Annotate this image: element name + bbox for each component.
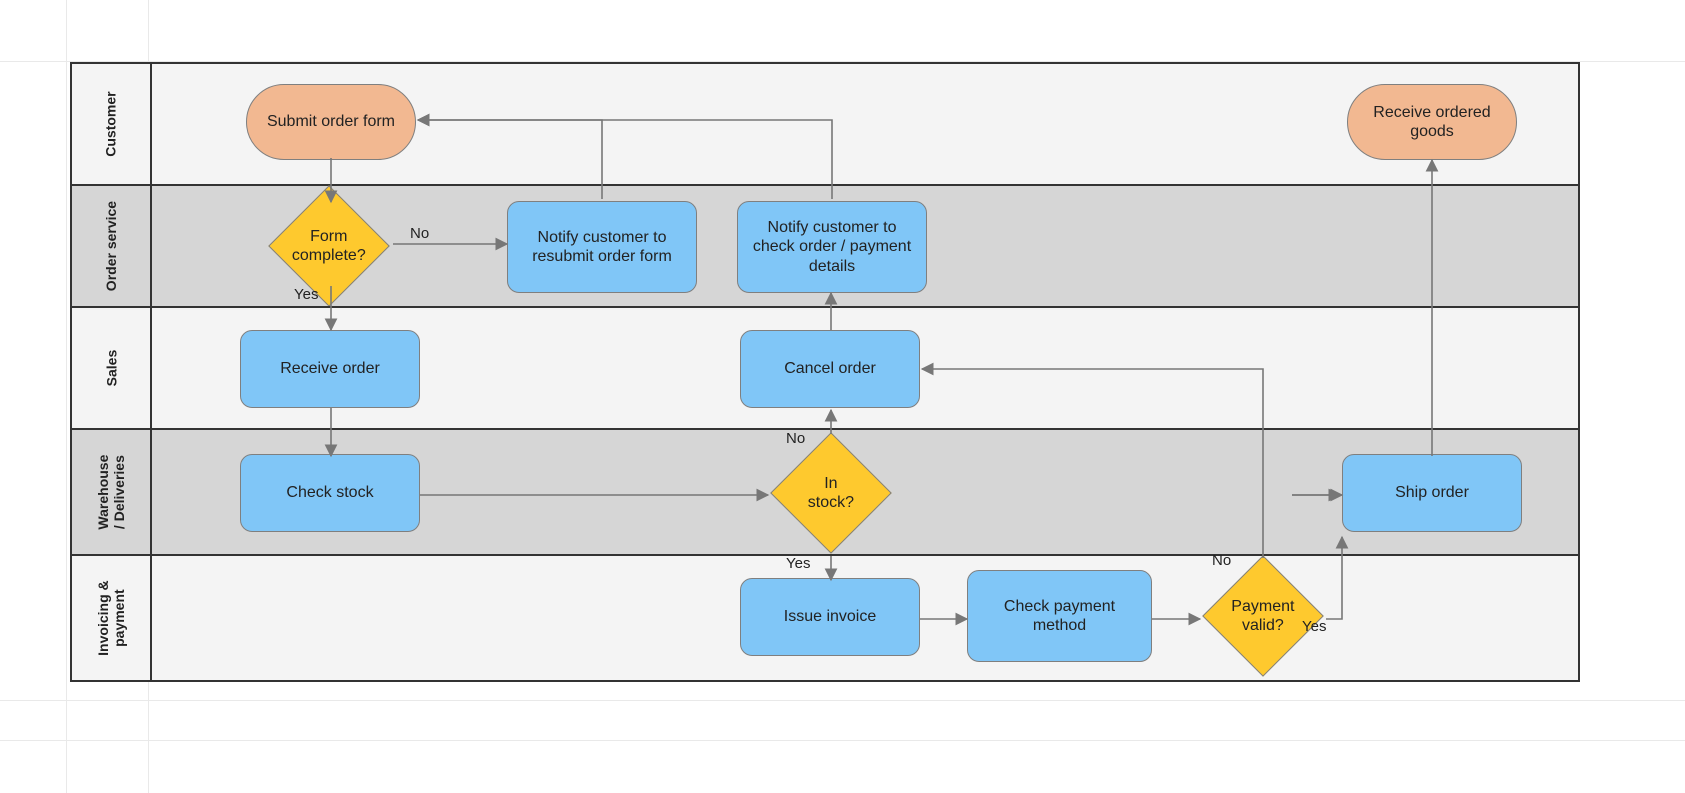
lane-label-customer: Customer bbox=[103, 91, 119, 156]
node-receive-goods[interactable]: Receive ordered goods bbox=[1347, 84, 1517, 160]
lane-label-order-service: Order service bbox=[103, 201, 119, 291]
edge-label-payment-yes: Yes bbox=[1302, 618, 1326, 635]
edge-label-payment-no: No bbox=[1212, 552, 1231, 569]
node-submit-order-label: Submit order form bbox=[267, 112, 395, 131]
lane-label-sales: Sales bbox=[103, 350, 119, 387]
edge-label-form-yes: Yes bbox=[294, 286, 318, 303]
swimlane-pool: Customer Submit order form Receive order… bbox=[70, 62, 1580, 682]
lane-body-invoicing: Issue invoice Check payment method Payme… bbox=[152, 556, 1578, 680]
lane-body-customer: Submit order form Receive ordered goods bbox=[152, 64, 1578, 184]
node-notify-resubmit[interactable]: Notify customer to resubmit order form bbox=[507, 201, 697, 293]
node-form-complete-label: Form complete? bbox=[292, 227, 366, 265]
node-payment-valid[interactable]: Payment valid? bbox=[1202, 555, 1324, 677]
lane-body-warehouse: Check stock In stock? Ship order bbox=[152, 430, 1578, 554]
node-cancel-order-label: Cancel order bbox=[784, 359, 876, 378]
lane-body-sales: Receive order Cancel order bbox=[152, 308, 1578, 428]
node-in-stock-label: In stock? bbox=[799, 474, 863, 512]
node-ship-order-label: Ship order bbox=[1395, 483, 1469, 502]
node-notify-resubmit-label: Notify customer to resubmit order form bbox=[518, 228, 686, 266]
lane-header-customer: Customer bbox=[72, 64, 152, 184]
lane-label-invoicing: Invoicing & payment bbox=[95, 579, 127, 657]
edge-label-form-no: No bbox=[410, 225, 429, 242]
node-notify-check-label: Notify customer to check order / payment… bbox=[748, 218, 916, 276]
lane-header-order-service: Order service bbox=[72, 186, 152, 306]
edge-label-instock-yes: Yes bbox=[786, 555, 810, 572]
node-cancel-order[interactable]: Cancel order bbox=[740, 330, 920, 408]
node-issue-invoice[interactable]: Issue invoice bbox=[740, 578, 920, 656]
node-submit-order[interactable]: Submit order form bbox=[246, 84, 416, 160]
node-receive-order-label: Receive order bbox=[280, 359, 380, 378]
lane-header-invoicing: Invoicing & payment bbox=[72, 556, 152, 680]
lane-header-sales: Sales bbox=[72, 308, 152, 428]
lane-label-warehouse: Warehouse / Deliveries bbox=[95, 453, 127, 531]
node-check-stock-label: Check stock bbox=[286, 483, 373, 502]
node-notify-check[interactable]: Notify customer to check order / payment… bbox=[737, 201, 927, 293]
edge-label-instock-no: No bbox=[786, 430, 805, 447]
lane-header-warehouse: Warehouse / Deliveries bbox=[72, 430, 152, 554]
node-check-stock[interactable]: Check stock bbox=[240, 454, 420, 532]
node-in-stock[interactable]: In stock? bbox=[770, 432, 892, 554]
node-receive-goods-label: Receive ordered goods bbox=[1358, 103, 1506, 141]
node-payment-valid-label: Payment valid? bbox=[1231, 597, 1295, 635]
lane-warehouse: Warehouse / Deliveries Check stock In st… bbox=[72, 428, 1578, 554]
lane-customer: Customer Submit order form Receive order… bbox=[72, 64, 1578, 184]
node-check-payment[interactable]: Check payment method bbox=[967, 570, 1152, 662]
lane-body-order-service: Form complete? Notify customer to resubm… bbox=[152, 186, 1578, 306]
lane-invoicing: Invoicing & payment Issue invoice Check … bbox=[72, 554, 1578, 680]
node-check-payment-label: Check payment method bbox=[978, 597, 1141, 635]
lane-sales: Sales Receive order Cancel order bbox=[72, 306, 1578, 428]
node-issue-invoice-label: Issue invoice bbox=[784, 607, 877, 626]
node-form-complete[interactable]: Form complete? bbox=[268, 185, 390, 307]
node-ship-order[interactable]: Ship order bbox=[1342, 454, 1522, 532]
node-receive-order[interactable]: Receive order bbox=[240, 330, 420, 408]
